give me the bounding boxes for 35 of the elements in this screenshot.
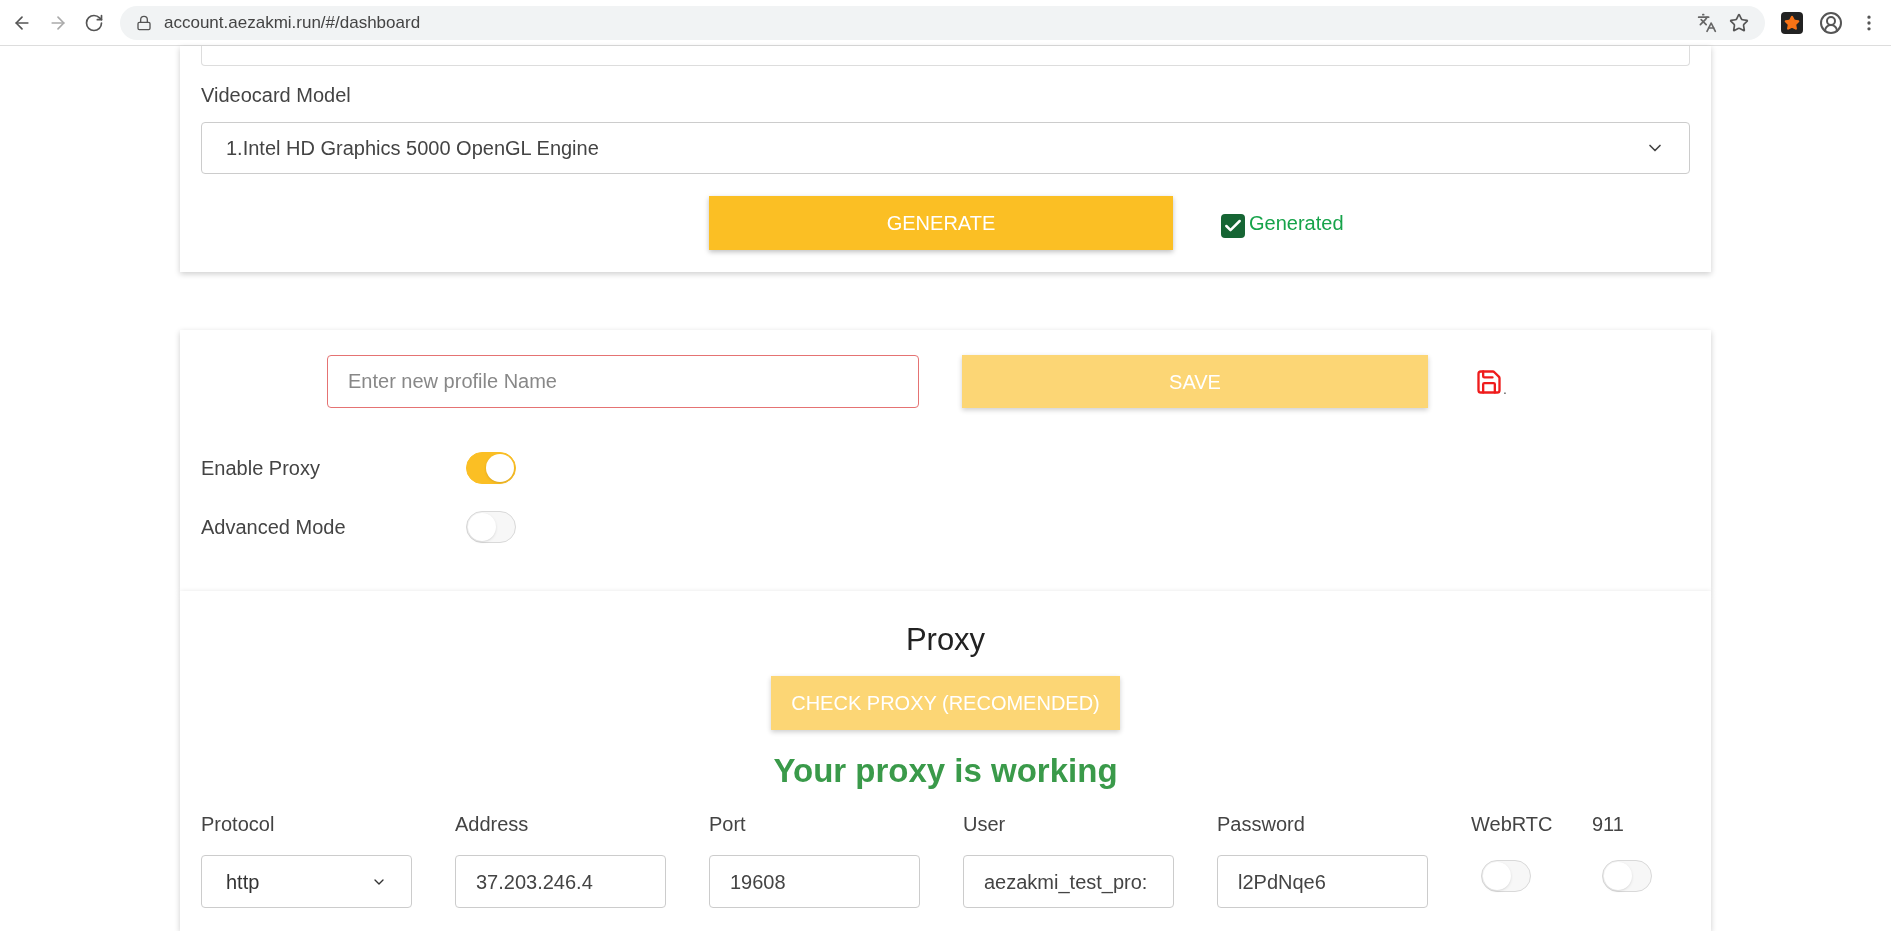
save-note: . (1503, 380, 1507, 399)
generated-label: Generated (1249, 211, 1344, 236)
url-text: account.aezakmi.run/#/dashboard (164, 11, 422, 34)
toggle-label: Advanced Mode (201, 515, 347, 540)
proxy-title: Proxy (905, 621, 986, 659)
input-field[interactable]: 37.203.246.4 (455, 855, 666, 908)
field-label: WebRTC (1471, 812, 1553, 837)
videocard-select[interactable]: 1.Intel HD Graphics 5000 OpenGL Engine (201, 122, 1690, 174)
field-label: Protocol (201, 812, 276, 837)
profile-icon[interactable] (1819, 10, 1843, 35)
protocol-select[interactable]: http (201, 855, 412, 908)
toggle-switch[interactable] (1602, 860, 1652, 892)
extension-icon[interactable] (1781, 11, 1803, 34)
field-label: Address (455, 812, 530, 837)
checkbox[interactable] (1221, 214, 1245, 238)
field-label: Videocard Model (201, 83, 352, 108)
toggle-label: Enable Proxy (201, 456, 321, 481)
profile-name-field[interactable]: Enter new profile Name (327, 355, 919, 408)
translate-icon[interactable] (1697, 12, 1717, 33)
field-label: Port (709, 812, 747, 837)
input-field[interactable]: aezakmi_test_pro: (963, 855, 1174, 908)
input-field[interactable] (201, 46, 1690, 66)
field-label: Password (1217, 812, 1306, 837)
toggle-switch[interactable] (466, 452, 516, 484)
address-bar[interactable]: account.aezakmi.run/#/dashboard (120, 5, 1765, 40)
reload-icon[interactable] (84, 12, 104, 33)
toggle-switch[interactable] (466, 511, 516, 543)
bookmark-star-icon[interactable] (1729, 12, 1749, 33)
lock-icon (136, 14, 152, 31)
toggle-switch[interactable] (1481, 860, 1531, 892)
field-label: 911 (1592, 812, 1624, 837)
input-field[interactable]: 19608 (709, 855, 920, 908)
proxy-status: Your proxy is working (773, 750, 1118, 791)
field-label: User (963, 812, 1007, 837)
input-field[interactable]: l2PdNqe6 (1217, 855, 1428, 908)
